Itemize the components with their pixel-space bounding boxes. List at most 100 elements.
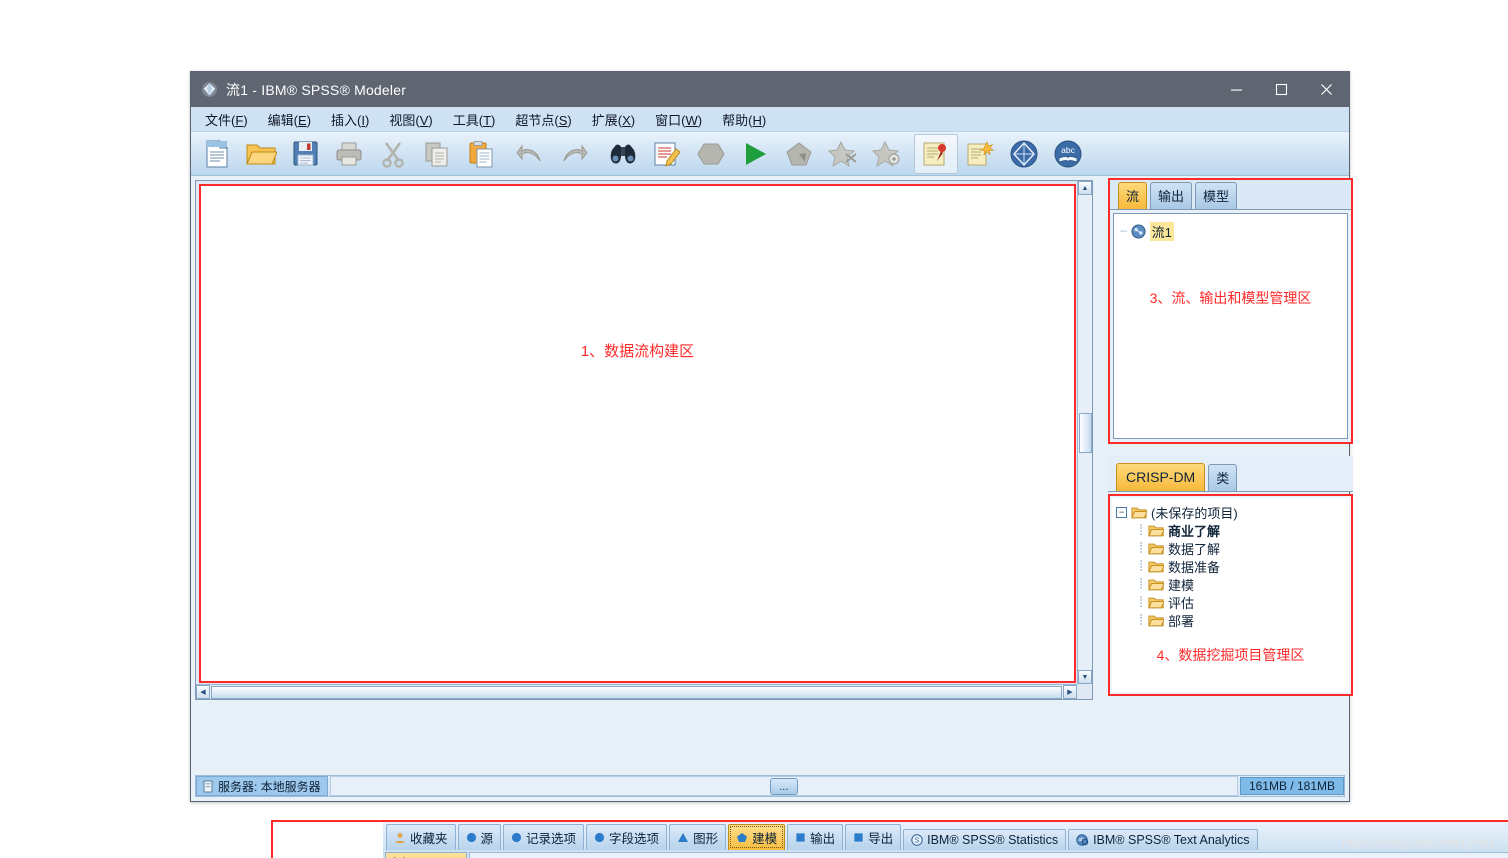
abc-dictionary-icon[interactable]: abc xyxy=(1046,134,1090,174)
open-folder-icon[interactable] xyxy=(239,134,283,174)
tab-outputs[interactable]: 输出 xyxy=(1150,182,1193,209)
palette-tab-graphs[interactable]: 图形 xyxy=(669,824,727,850)
palette-tab-label: 建模 xyxy=(752,832,778,846)
annotation-projects: 4、数据挖掘项目管理区 xyxy=(1156,647,1305,663)
status-more-button[interactable]: ... xyxy=(769,778,798,795)
svg-text:S: S xyxy=(915,838,920,845)
vertical-scroll-thumb[interactable] xyxy=(1078,412,1092,453)
project-folder-label: 建模 xyxy=(1168,577,1195,593)
print-icon[interactable] xyxy=(327,134,371,174)
project-folder-row[interactable]: ┊ 商业了解 xyxy=(1116,521,1345,539)
palette-tab-sources[interactable]: 源 xyxy=(457,824,502,850)
stream-comment-pin-icon[interactable] xyxy=(914,133,958,174)
project-folder-row[interactable]: ┊ 部署 xyxy=(1116,611,1345,629)
projects-panel: − (未保存的项目) ┊ 商业了解 ┊ 数据了解 ┊ 数据准备 ┊ 建模 ┊ 评… xyxy=(1108,494,1353,696)
supernode-hexagon-icon[interactable] xyxy=(689,134,733,174)
projects-tree[interactable]: − (未保存的项目) ┊ 商业了解 ┊ 数据了解 ┊ 数据准备 ┊ 建模 ┊ 评… xyxy=(1112,498,1349,670)
folder-icon xyxy=(1148,542,1165,555)
main-body: 1、数据流构建区 ▲ ▼ ◀ ▶ 流 输出 模型 ┈ 流1 3、流、输出和模型管… xyxy=(191,176,1508,858)
server-status-label: 服务器: 本地服务器 xyxy=(218,779,321,794)
project-folder-row[interactable]: ┊ 数据准备 xyxy=(1116,557,1345,575)
run-selection-pentagon-icon[interactable] xyxy=(777,134,821,174)
expand-collapse-icon[interactable]: − xyxy=(1116,506,1127,518)
project-root-row[interactable]: − (未保存的项目) xyxy=(1116,503,1345,521)
palette-tab-label: IBM® SPSS® Statistics xyxy=(927,833,1059,847)
menu-insert[interactable]: 插入(I) xyxy=(321,107,379,132)
palette-tab-output[interactable]: 输出 xyxy=(787,824,844,850)
folder-icon xyxy=(1148,614,1165,627)
menu-tools[interactable]: 工具(T) xyxy=(443,107,506,132)
graphs-triangle-icon xyxy=(677,832,689,843)
scroll-down-arrow-icon[interactable]: ▼ xyxy=(1078,670,1092,684)
close-button[interactable] xyxy=(1304,72,1349,107)
palette-tab-label: 源 xyxy=(480,832,494,846)
tab-classes[interactable]: 类 xyxy=(1208,464,1238,491)
spss-modeler-window: 流1 - IBM® SPSS® Modeler 文件(F) 编辑(E) 插入(I… xyxy=(190,71,1508,858)
edit-properties-icon[interactable] xyxy=(645,134,689,174)
category-item-all[interactable]: 全部 xyxy=(386,853,466,858)
save-floppy-icon[interactable] xyxy=(283,134,327,174)
menu-view[interactable]: 视图(V) xyxy=(379,107,442,132)
canvas-horizontal-scrollbar[interactable]: ◀ ▶ xyxy=(196,684,1077,699)
menu-supernode[interactable]: 超节点(S) xyxy=(505,107,581,132)
toolbar: abc xyxy=(191,132,1349,176)
project-folder-row[interactable]: ┊ 数据了解 xyxy=(1116,539,1345,557)
scroll-right-arrow-icon[interactable]: ▶ xyxy=(1063,685,1077,699)
project-folder-row[interactable]: ┊ 评估 xyxy=(1116,593,1345,611)
new-comment-icon[interactable] xyxy=(958,134,1002,174)
tab-streams[interactable]: 流 xyxy=(1118,182,1148,209)
palette-region: 2、节点区 收藏夹 源 xyxy=(271,820,1508,858)
title-bar: 流1 - IBM® SPSS® Modeler xyxy=(191,72,1349,107)
folder-icon xyxy=(1148,560,1165,573)
tab-crisp-dm[interactable]: CRISP-DM xyxy=(1116,463,1206,491)
tab-models[interactable]: 模型 xyxy=(1195,182,1238,209)
export-square-icon xyxy=(853,832,864,843)
favorites-person-icon xyxy=(394,832,406,844)
node-palette: 收藏夹 源 记录选项 字段选项 图形 建模 输出 导出 S IBM® SPSS®… xyxy=(383,822,1508,858)
maximize-button[interactable] xyxy=(1259,72,1304,107)
menu-help[interactable]: 帮助(H) xyxy=(712,107,776,132)
palette-tab-favorites[interactable]: 收藏夹 xyxy=(386,824,456,850)
menu-extensions[interactable]: 扩展(X) xyxy=(582,107,645,132)
stream-canvas-area[interactable]: 1、数据流构建区 ▲ ▼ ◀ ▶ xyxy=(195,180,1093,700)
run-stream-play-icon[interactable] xyxy=(733,134,777,174)
streams-tree[interactable]: ┈ 流1 xyxy=(1114,214,1347,248)
palette-tab-modeling[interactable]: 建模 xyxy=(728,824,786,850)
palette-tab-text-analytics[interactable]: ab IBM® SPSS® Text Analytics xyxy=(1068,829,1258,850)
stream-canvas[interactable]: 1、数据流构建区 xyxy=(199,184,1076,683)
project-folder-row[interactable]: ┊ 建模 xyxy=(1116,575,1345,593)
star-cut-icon[interactable] xyxy=(821,134,865,174)
spss-text-analytics-icon: ab xyxy=(1076,834,1089,846)
redo-arrow-icon[interactable] xyxy=(552,134,596,174)
menu-edit[interactable]: 编辑(E) xyxy=(258,107,321,132)
star-zoom-icon[interactable] xyxy=(865,134,909,174)
menu-file[interactable]: 文件(F) xyxy=(195,107,258,132)
spss-modeler-globe-icon[interactable] xyxy=(1002,134,1046,174)
stream-list-item[interactable]: ┈ 流1 xyxy=(1120,221,1341,241)
record-ops-circle-icon xyxy=(511,832,522,843)
project-folder-label: 部署 xyxy=(1168,613,1195,629)
paste-clipboard-icon[interactable] xyxy=(459,134,503,174)
palette-tab-field-ops[interactable]: 字段选项 xyxy=(586,824,668,850)
binoculars-search-icon[interactable] xyxy=(601,134,645,174)
palette-tab-export[interactable]: 导出 xyxy=(845,824,902,850)
scroll-left-arrow-icon[interactable]: ◀ xyxy=(196,685,210,699)
undo-arrow-icon[interactable] xyxy=(508,134,552,174)
palette-tab-record-ops[interactable]: 记录选项 xyxy=(503,824,585,850)
menu-window-label: 窗口 xyxy=(655,112,682,128)
cut-scissors-icon[interactable] xyxy=(371,134,415,174)
new-document-icon[interactable] xyxy=(195,134,239,174)
menu-window[interactable]: 窗口(W) xyxy=(645,107,712,132)
scroll-up-arrow-icon[interactable]: ▲ xyxy=(1078,181,1092,195)
server-status[interactable]: 服务器: 本地服务器 xyxy=(196,776,328,796)
horizontal-scroll-thumb[interactable] xyxy=(211,685,1062,699)
menu-view-accel: V xyxy=(419,112,429,128)
palette-tab-spss-statistics[interactable]: S IBM® SPSS® Statistics xyxy=(903,829,1067,850)
palette-category-list[interactable]: 全部 Analytic Server 分类 关联 细分 xyxy=(385,852,467,858)
copy-icon[interactable] xyxy=(415,134,459,174)
canvas-vertical-scrollbar[interactable]: ▲ ▼ xyxy=(1077,181,1092,684)
status-middle-area: ... xyxy=(329,776,1238,796)
minimize-button[interactable] xyxy=(1214,72,1259,107)
svg-text:abc: abc xyxy=(1061,145,1075,155)
project-folder-label: 评估 xyxy=(1168,595,1195,611)
